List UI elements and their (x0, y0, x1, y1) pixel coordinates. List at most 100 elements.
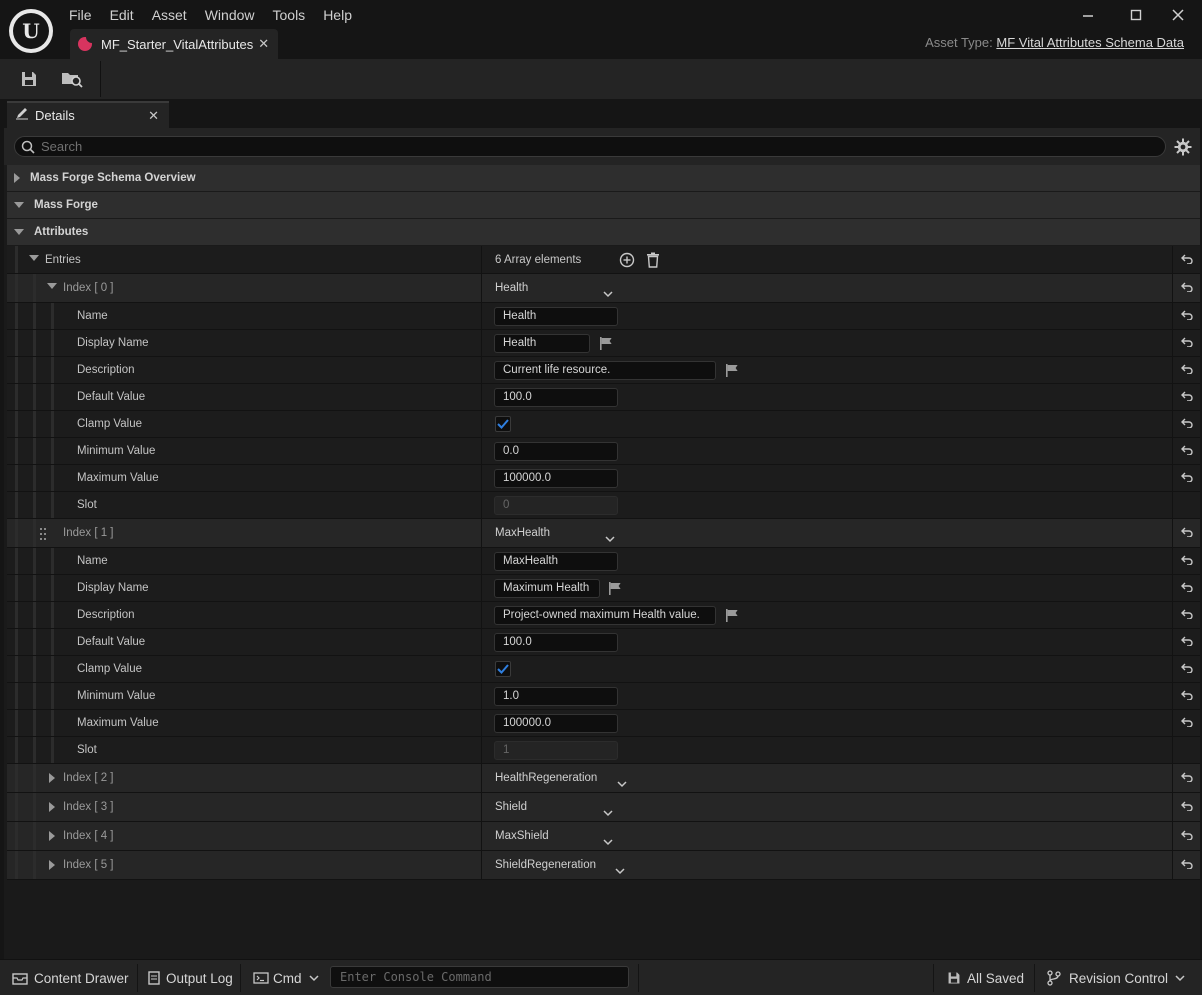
reset-to-default-icon[interactable] (1180, 334, 1193, 352)
add-element-icon[interactable] (619, 252, 635, 273)
category-schema-overview[interactable]: Mass Forge Schema Overview (7, 165, 1200, 191)
chevron-down-icon (1175, 974, 1185, 981)
menu-help[interactable]: Help (314, 4, 361, 26)
output-log-button[interactable]: Output Log (147, 960, 233, 995)
maximize-icon[interactable] (1116, 4, 1156, 26)
default-value-input[interactable]: 100.0 (494, 633, 618, 652)
chevron-down-icon[interactable] (617, 775, 627, 793)
display-name-input[interactable]: Health (494, 334, 590, 353)
close-tab-icon[interactable]: ✕ (258, 36, 269, 52)
expand-arrow-icon[interactable] (49, 773, 55, 783)
reset-cell (1172, 492, 1200, 518)
name-input[interactable]: MaxHealth (494, 552, 618, 571)
collapse-arrow-icon[interactable] (29, 254, 39, 261)
reset-to-default-icon[interactable] (1180, 769, 1193, 787)
cmd-selector[interactable]: Cmd (253, 960, 319, 995)
attribute-combo[interactable]: ShieldRegeneration (495, 859, 596, 871)
reset-to-default-icon[interactable] (1180, 579, 1193, 597)
index-label: Index [ 4 ] (63, 830, 114, 842)
expand-arrow-icon[interactable] (49, 860, 55, 870)
reset-to-default-icon[interactable] (1180, 633, 1193, 651)
chevron-down-icon[interactable] (603, 804, 613, 822)
revision-control-button[interactable]: Revision Control (1047, 960, 1185, 995)
reset-to-default-icon[interactable] (1180, 415, 1193, 433)
reset-to-default-icon[interactable] (1180, 442, 1193, 460)
reset-to-default-icon[interactable] (1180, 552, 1193, 570)
reset-to-default-icon[interactable] (1180, 307, 1193, 325)
reset-to-default-icon[interactable] (1180, 660, 1193, 678)
attribute-combo[interactable]: MaxShield (495, 830, 549, 842)
gear-icon[interactable] (1174, 138, 1192, 161)
menu-tools[interactable]: Tools (264, 4, 315, 26)
close-details-icon[interactable]: ✕ (148, 108, 159, 124)
slot-readonly-field: 1 (494, 741, 618, 760)
localization-flag-icon[interactable] (725, 609, 739, 627)
category-attributes[interactable]: Attributes (7, 219, 1200, 245)
reset-to-default-icon[interactable] (1180, 361, 1193, 379)
indent-guide (15, 793, 18, 821)
trash-icon[interactable] (646, 252, 660, 273)
name-input[interactable]: Health (494, 307, 618, 326)
chevron-down-icon[interactable] (603, 285, 613, 303)
category-mass-forge[interactable]: Mass Forge (7, 192, 1200, 218)
localization-flag-icon[interactable] (599, 337, 613, 355)
unreal-logo-icon[interactable]: U (9, 9, 53, 53)
console-command-input[interactable]: Enter Console Command (330, 966, 629, 988)
reset-to-default-icon[interactable] (1180, 798, 1193, 816)
clamp-checkbox[interactable] (495, 416, 511, 432)
chevron-down-icon[interactable] (615, 862, 625, 880)
asset-type-link[interactable]: MF Vital Attributes Schema Data (996, 35, 1184, 50)
minimum-value-input[interactable]: 0.0 (494, 442, 618, 461)
all-saved-button[interactable]: All Saved (947, 960, 1024, 995)
minimize-icon[interactable] (1068, 4, 1108, 26)
menu-edit[interactable]: Edit (101, 4, 143, 26)
reset-to-default-icon[interactable] (1180, 469, 1193, 487)
attribute-combo[interactable]: HealthRegeneration (495, 772, 597, 784)
description-input[interactable]: Current life resource. (494, 361, 716, 380)
reset-cell (1172, 303, 1200, 329)
details-tab[interactable]: Details ✕ (7, 101, 169, 128)
localization-flag-icon[interactable] (608, 582, 622, 600)
clamp-checkbox[interactable] (495, 661, 511, 677)
chevron-down-icon[interactable] (603, 833, 613, 851)
maximum-value-input[interactable]: 100000.0 (494, 469, 618, 488)
browse-asset-icon[interactable] (59, 67, 85, 91)
content-drawer-button[interactable]: Content Drawer (12, 960, 129, 995)
reset-to-default-icon[interactable] (1180, 388, 1193, 406)
drag-handle-icon[interactable] (40, 527, 46, 545)
close-window-icon[interactable] (1158, 4, 1198, 26)
collapse-arrow-icon[interactable] (47, 283, 57, 289)
output-log-label: Output Log (166, 970, 233, 986)
reset-to-default-icon[interactable] (1180, 827, 1193, 845)
menu-asset[interactable]: Asset (143, 4, 196, 26)
document-tab[interactable]: MF_Starter_VitalAttributes ✕ (70, 29, 278, 59)
reset-to-default-icon[interactable] (1180, 687, 1193, 705)
indent-guide (15, 303, 18, 329)
chevron-down-icon[interactable] (605, 530, 615, 548)
reset-to-default-icon[interactable] (1180, 856, 1193, 874)
minimum-value-input[interactable]: 1.0 (494, 687, 618, 706)
default-value-input[interactable]: 100.0 (494, 388, 618, 407)
reset-to-default-icon[interactable] (1180, 606, 1193, 624)
attribute-combo[interactable]: Shield (495, 801, 527, 813)
maximum-value-input[interactable]: 100000.0 (494, 714, 618, 733)
display-name-input[interactable]: Maximum Health (494, 579, 600, 598)
menu-window[interactable]: Window (196, 4, 264, 26)
reset-to-default-icon[interactable] (1180, 524, 1193, 542)
search-icon (21, 140, 35, 159)
reset-to-default-icon[interactable] (1180, 251, 1193, 269)
attribute-combo[interactable]: MaxHealth (495, 527, 550, 539)
save-icon[interactable] (16, 67, 42, 91)
description-input[interactable]: Project-owned maximum Health value. (494, 606, 716, 625)
reset-to-default-icon[interactable] (1180, 714, 1193, 732)
search-input[interactable] (41, 138, 1141, 155)
expand-arrow-icon[interactable] (49, 831, 55, 841)
attribute-combo[interactable]: Health (495, 282, 528, 294)
expand-arrow-icon[interactable] (49, 802, 55, 812)
field-label: Slot (77, 744, 97, 756)
reset-to-default-icon[interactable] (1180, 279, 1193, 297)
localization-flag-icon[interactable] (725, 364, 739, 382)
name-cell: Display Name (7, 330, 481, 356)
menu-file[interactable]: File (60, 4, 101, 26)
value-cell: Current life resource. (482, 357, 1172, 383)
